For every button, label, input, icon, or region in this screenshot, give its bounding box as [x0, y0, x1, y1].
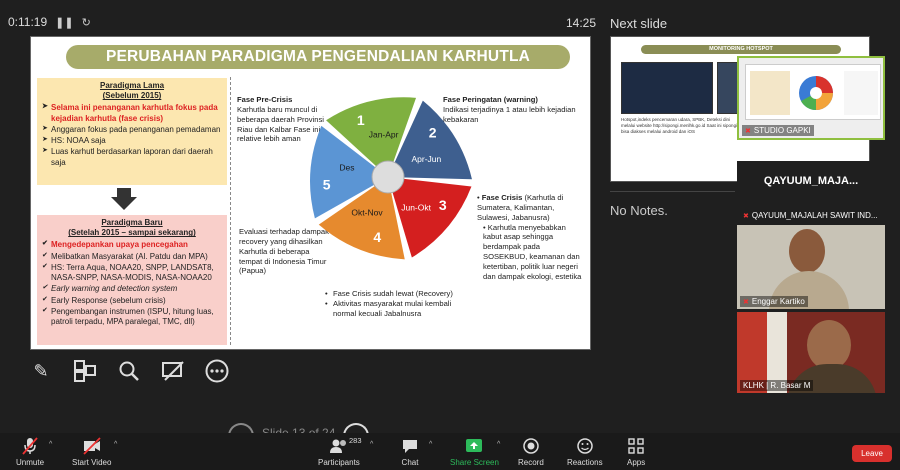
magnifier-icon[interactable]: [116, 358, 142, 384]
list-item: Aktivitas masyarakat mulai kembali norma…: [325, 299, 475, 319]
wheel-segment-number: 2: [429, 125, 437, 141]
wheel-segment-label: Okt-Nov: [351, 208, 383, 218]
microphone-muted-icon: [22, 437, 38, 455]
wheel-segment: [391, 178, 472, 258]
shared-slide-thumbnail: [745, 64, 881, 120]
video-tile[interactable]: KLHK | R. Basar M: [737, 312, 885, 393]
pie-chart-thumbnail: [750, 71, 878, 115]
share-screen-icon: [465, 437, 483, 455]
participants-count: 283: [349, 436, 362, 445]
old-paradigm-title: Paradigma Lama: [99, 81, 165, 90]
old-paradigm-box: Paradigma Lama (Sebelum 2015) Selama ini…: [37, 78, 227, 185]
wheel-segment-label: Jun-Okt: [401, 202, 431, 212]
caret-up-icon[interactable]: ^: [429, 441, 432, 448]
caret-up-icon[interactable]: ^: [49, 441, 52, 448]
crisis-title: Fase Crisis: [481, 193, 523, 202]
reactions-button[interactable]: Reactions: [567, 437, 603, 467]
meeting-toolbar: Unmute ^ Start Video ^ Participants 283 …: [0, 433, 900, 470]
video-tile[interactable]: ✖ STUDIO GAPKI: [737, 56, 885, 140]
participant-name: ✖ QAYUUM_MAJALAH SAWIT IND...: [743, 211, 878, 220]
participant-name: KLHK | R. Basar M: [740, 380, 814, 391]
new-paradigm-subtitle: (Setelah 2015 – sampai sekarang): [68, 228, 196, 238]
caret-up-icon[interactable]: ^: [497, 441, 500, 448]
crisis-body: Karhutla menyebabkan kabut asap sehingga…: [483, 222, 582, 281]
pen-icon[interactable]: ✎: [28, 358, 54, 384]
muted-icon: ✖: [745, 127, 751, 135]
next-slide-label: Next slide: [610, 16, 668, 31]
new-paradigm-title: Paradigma Baru: [101, 218, 163, 227]
start-video-button[interactable]: Start Video: [72, 437, 111, 467]
next-slide-title: MONITORING HOTSPOT: [641, 45, 841, 54]
pause-icon[interactable]: ❚❚: [55, 16, 73, 29]
record-button[interactable]: Record: [518, 437, 544, 467]
map-thumbnail: [621, 62, 713, 114]
timer-text: 0:11:19: [8, 15, 48, 29]
list-item: Mengedepankan upaya pencegahan: [42, 240, 221, 250]
more-options-icon[interactable]: [204, 358, 230, 384]
video-tile[interactable]: ✖ Enggar Kartiko: [737, 225, 885, 309]
reset-icon[interactable]: ↻: [82, 16, 91, 29]
list-item: Pengembangan instrumen (ISPU, hitung lua…: [42, 307, 221, 327]
unmute-button[interactable]: Unmute: [16, 437, 44, 467]
zoom-presentation-window: 0:11:19 ❚❚ ↻ 14:25 Next slide PERUBAHAN …: [0, 0, 900, 470]
leave-button[interactable]: Leave: [852, 445, 892, 462]
muted-icon: ✖: [743, 298, 749, 306]
list-item: Melibatkan Masyarakat (Al. Patdu dan MPA…: [42, 252, 221, 262]
crisis-text: • Fase Crisis (Karhutla di Sumatera, Kal…: [477, 193, 582, 281]
wheel-segment-number: 4: [373, 229, 381, 245]
wheel-segment-number: 3: [439, 197, 447, 213]
participant-name: ✖ STUDIO GAPKI: [742, 125, 814, 136]
divider: [230, 77, 231, 345]
recovery-bullets: Fase Crisis sudah lewat (Recovery) Aktiv…: [325, 289, 475, 319]
muted-icon: ✖: [743, 212, 749, 220]
new-paradigm-box: Paradigma Baru (Setelah 2015 – sampai se…: [37, 215, 227, 345]
list-item: Fase Crisis sudah lewat (Recovery): [325, 289, 475, 299]
list-item: Luas karhutl berdasarkan laporan dari da…: [42, 147, 221, 167]
phase-wheel: 1 Jan-Apr 2 Apr-Jun 3 Jun-Okt 4 Okt-Nov 5 Des: [299, 87, 477, 267]
wheel-segment-label: Des: [339, 163, 354, 173]
wheel-segment-label: Jan-Apr: [369, 129, 399, 139]
wheel-segment-number: 5: [323, 176, 331, 192]
subtitles-icon[interactable]: [160, 358, 186, 384]
caret-up-icon[interactable]: ^: [370, 441, 373, 448]
video-tile[interactable]: QAYUUM_MAJA... ✖ QAYUUM_MAJALAH SAWIT IND…: [737, 161, 885, 221]
next-slide-text: Hotspot,indeks pencemaran udara, SPBK, D…: [621, 117, 738, 135]
apps-icon: [627, 437, 645, 455]
avatar: [789, 229, 825, 273]
caret-up-icon[interactable]: ^: [114, 441, 117, 448]
notes-text: No Notes.: [610, 203, 668, 218]
current-slide: PERUBAHAN PARADIGMA PENGENDALIAN KARHUTL…: [30, 36, 591, 350]
old-paradigm-subtitle: (Sebelum 2015): [102, 91, 162, 101]
pre-crisis-title: Fase Pre-Crisis: [237, 95, 293, 104]
smiley-icon: [576, 437, 594, 455]
list-item: HS: NOAA saja: [42, 136, 221, 146]
wheel-segment-label: Apr-Jun: [411, 154, 441, 164]
chat-icon: [401, 437, 419, 455]
list-item: Selama ini penanganan karhutla fokus pad…: [42, 103, 221, 123]
wheel-hub: [371, 160, 405, 194]
wheel-segment-number: 1: [357, 112, 365, 128]
phase-wheel-svg: 1 Jan-Apr 2 Apr-Jun 3 Jun-Okt 4 Okt-Nov 5 Des: [309, 97, 472, 260]
list-item: Early Response (sebelum crisis): [42, 296, 221, 306]
participants-icon: [329, 437, 349, 455]
divider: [610, 191, 735, 192]
chat-button[interactable]: Chat: [401, 437, 419, 467]
participant-name: ✖ Enggar Kartiko: [740, 296, 808, 307]
share-screen-button[interactable]: Share Screen: [450, 437, 499, 467]
grid-view-icon[interactable]: [72, 358, 98, 384]
presentation-timer: 0:11:19 ❚❚ ↻: [8, 15, 91, 29]
participant-big-name: QAYUUM_MAJA...: [763, 175, 859, 187]
list-item: Anggaran fokus pada penanganan pemadaman: [42, 125, 221, 135]
clock-text: 14:25: [566, 16, 597, 30]
record-icon: [522, 437, 540, 455]
video-off-icon: [83, 437, 101, 455]
list-item: HS: Terra Aqua, NOAA20, SNPP, LANDSAT8, …: [42, 263, 221, 283]
presenter-tools: ✎: [28, 358, 230, 384]
list-item: Early warning and detection system: [42, 284, 221, 294]
apps-button[interactable]: Apps: [627, 437, 645, 467]
slide-title: PERUBAHAN PARADIGMA PENGENDALIAN KARHUTL…: [66, 45, 570, 69]
avatar: [807, 320, 851, 370]
